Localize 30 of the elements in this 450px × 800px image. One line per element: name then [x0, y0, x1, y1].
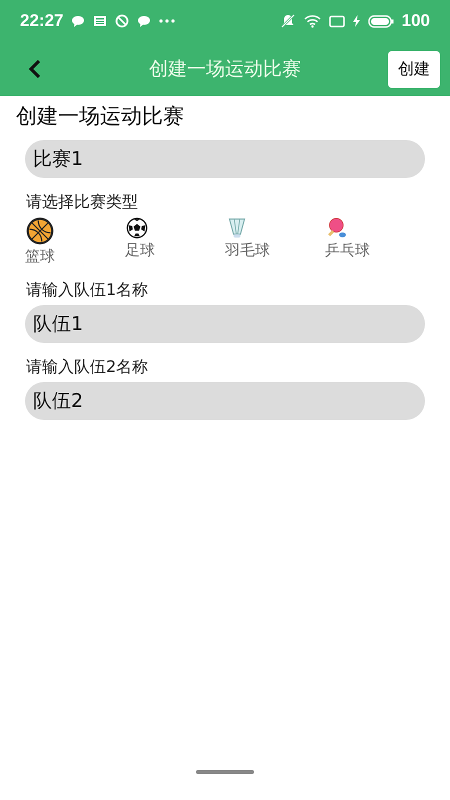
news-icon: [93, 15, 108, 27]
team-name-field[interactable]: 队伍1: [25, 305, 425, 343]
team-name-field[interactable]: 队伍2: [25, 382, 425, 420]
battery-level: 100: [402, 11, 430, 31]
status-time: 22:27: [20, 11, 64, 31]
sport-option[interactable]: 篮球: [25, 217, 125, 266]
basketball-icon: [26, 217, 54, 245]
table-tennis-icon: [326, 217, 348, 239]
sport-option[interactable]: 足球: [125, 217, 225, 266]
blocked-icon: [115, 14, 130, 28]
charging-icon: [352, 15, 360, 27]
shuttlecock-icon: [226, 217, 248, 239]
screen-title: 创建一场运动比赛: [149, 57, 301, 82]
battery-icon: [368, 14, 394, 28]
chat-icon: [71, 14, 86, 28]
match-name-field[interactable]: 比赛1: [25, 140, 425, 178]
field-label: 请输入队伍1名称: [26, 280, 150, 301]
screen-icon: [328, 14, 345, 28]
sport-option[interactable]: 乒乓球: [325, 217, 425, 266]
sport-option[interactable]: 羽毛球: [225, 217, 325, 266]
more-icon: [159, 19, 176, 23]
wifi-icon: [304, 14, 321, 28]
soccer-ball-icon: [126, 217, 148, 239]
back-icon[interactable]: [28, 59, 42, 79]
chat-icon: [137, 14, 152, 28]
muted-bell-icon: [280, 13, 296, 29]
field-label: 请输入队伍2名称: [26, 357, 150, 378]
page-heading: 创建一场运动比赛: [16, 103, 185, 130]
create-button[interactable]: 创建: [388, 50, 440, 88]
field-label: 请选择比赛类型: [26, 192, 139, 213]
